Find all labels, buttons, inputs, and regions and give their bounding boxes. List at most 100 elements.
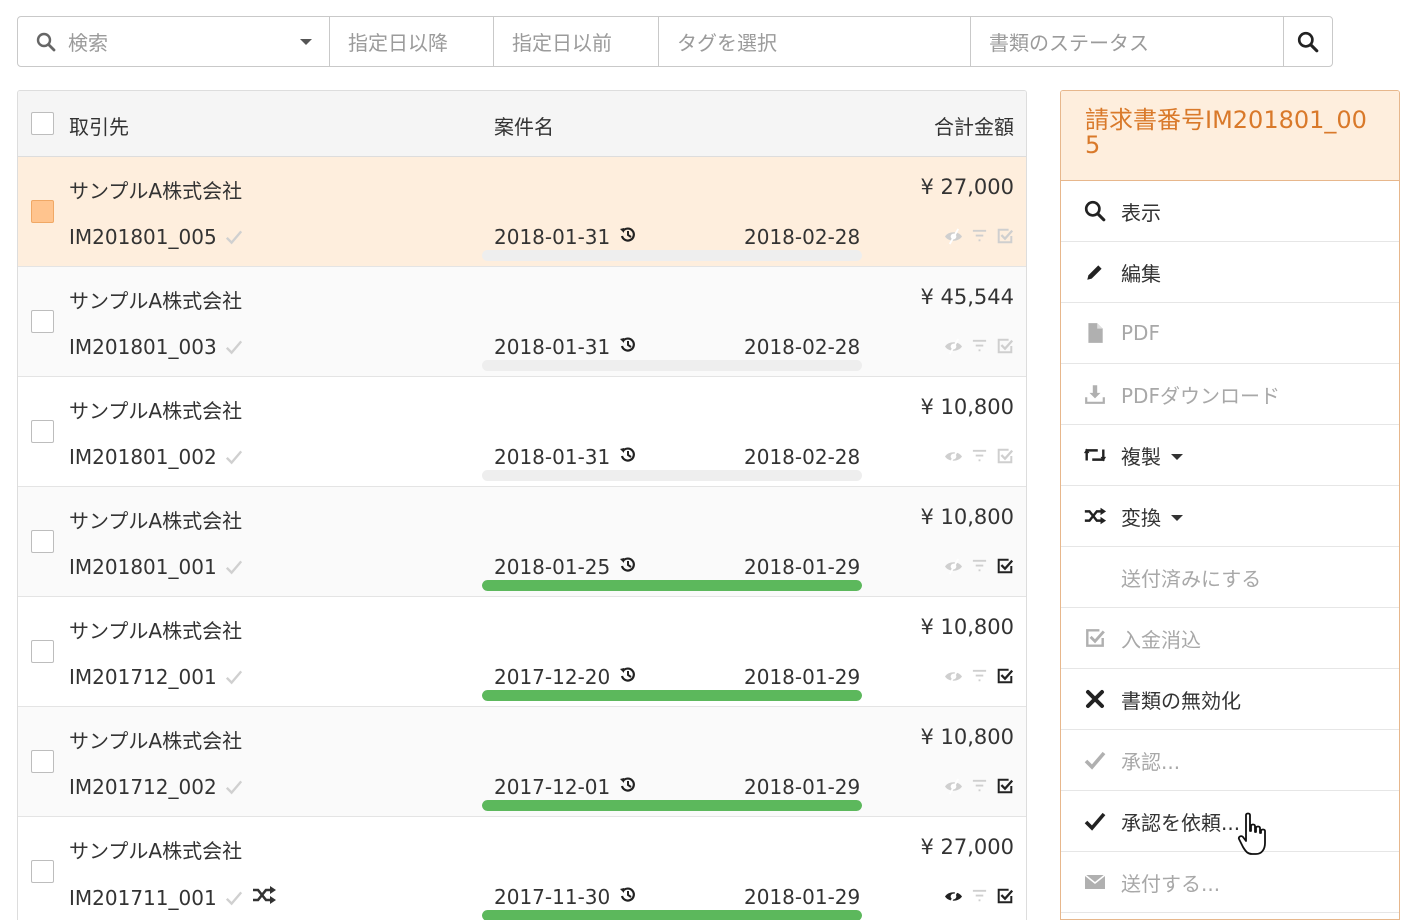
row-checkbox[interactable] <box>31 530 54 553</box>
menu-item[interactable]: 表示 <box>1061 181 1399 242</box>
row-checkbox[interactable] <box>31 860 54 883</box>
menu-item[interactable]: PDFダウンロード <box>1061 364 1399 425</box>
client-name[interactable]: サンプルA株式会社 <box>69 835 242 864</box>
menu-item[interactable]: 送付済みにする <box>1061 547 1399 608</box>
document-number-text: IM201712_002 <box>69 775 217 799</box>
filter-icon[interactable] <box>971 558 988 579</box>
eye-slash-icon[interactable] <box>944 337 963 359</box>
menu-item[interactable]: 書類の無効化 <box>1061 669 1399 730</box>
check-square-icon[interactable] <box>996 557 1014 579</box>
shuffle-icon <box>251 885 277 910</box>
document-number[interactable]: IM201801_003 <box>69 335 243 359</box>
history-icon <box>619 885 637 909</box>
table-row[interactable]: サンプルA株式会社 IM201711_001 2017-11-30 2018-01-2… <box>18 817 1026 920</box>
tags-select[interactable]: タグを選択 <box>659 17 971 66</box>
check-square-icon[interactable] <box>996 887 1014 909</box>
share-arrow-icon[interactable] <box>917 558 936 579</box>
document-number[interactable]: IM201712_002 <box>69 775 243 799</box>
menu-item-label: PDF <box>1121 321 1160 345</box>
eye-slash-icon[interactable] <box>944 777 963 799</box>
search-icon <box>1083 199 1107 223</box>
menu-item[interactable]: 送付する... <box>1061 852 1399 913</box>
check-square-icon[interactable] <box>996 777 1014 799</box>
check-square-icon[interactable] <box>996 447 1014 469</box>
document-number[interactable]: IM201801_001 <box>69 555 243 579</box>
due-date: 2018-02-28 <box>744 445 861 469</box>
check-icon <box>225 891 242 905</box>
table-row[interactable]: サンプルA株式会社 IM201801_001 2018-01-25 2018-01-2… <box>18 487 1026 597</box>
select-all-checkbox[interactable] <box>31 112 54 135</box>
share-arrow-icon[interactable] <box>917 338 936 359</box>
filter-icon[interactable] <box>971 338 988 359</box>
document-number[interactable]: IM201712_001 <box>69 665 243 689</box>
share-arrow-icon[interactable] <box>917 888 936 909</box>
document-number-text: IM201801_001 <box>69 555 217 579</box>
row-actions <box>917 337 1014 359</box>
eye-slash-icon[interactable] <box>944 667 963 689</box>
client-name[interactable]: サンプルA株式会社 <box>69 175 242 204</box>
share-arrow-icon[interactable] <box>917 778 936 799</box>
total-amount: ¥ 27,000 <box>920 835 1014 859</box>
menu-item[interactable]: 編集 <box>1061 242 1399 303</box>
filter-icon[interactable] <box>971 888 988 909</box>
row-checkbox[interactable] <box>31 310 54 333</box>
document-number[interactable]: IM201801_005 <box>69 225 243 249</box>
search-button[interactable] <box>1284 17 1332 66</box>
filter-icon[interactable] <box>971 668 988 689</box>
menu-item-label: 編集 <box>1121 261 1161 286</box>
filter-icon[interactable] <box>971 778 988 799</box>
search-input[interactable]: 検索 <box>18 17 330 66</box>
table-header: 取引先 案件名 合計金額 <box>18 91 1026 157</box>
status-select[interactable]: 書類のステータス <box>971 17 1284 66</box>
document-number-text: IM201801_005 <box>69 225 217 249</box>
eye-slash-icon[interactable] <box>944 447 963 469</box>
issue-date-text: 2018-01-25 <box>494 555 611 579</box>
document-number[interactable]: IM201801_002 <box>69 445 243 469</box>
check-square-icon[interactable] <box>996 337 1014 359</box>
menu-item[interactable]: 変換 <box>1061 486 1399 547</box>
eye-slash-icon[interactable] <box>944 227 963 249</box>
download-icon <box>1083 382 1107 406</box>
eye-slash-icon[interactable] <box>944 557 963 579</box>
eye-slash-icon[interactable] <box>944 887 963 909</box>
row-checkbox[interactable] <box>31 640 54 663</box>
menu-item[interactable]: 承認を依頼... <box>1061 791 1399 852</box>
header-client: 取引先 <box>69 115 129 139</box>
menu-item[interactable]: 入金消込 <box>1061 608 1399 669</box>
document-number[interactable]: IM201711_001 <box>69 885 277 910</box>
share-arrow-icon[interactable] <box>917 228 936 249</box>
table-row[interactable]: サンプルA株式会社 IM201801_003 2018-01-31 2018-02-2… <box>18 267 1026 377</box>
client-name[interactable]: サンプルA株式会社 <box>69 615 242 644</box>
share-arrow-icon[interactable] <box>917 448 936 469</box>
row-checkbox[interactable] <box>31 200 54 223</box>
total-amount: ¥ 10,800 <box>920 505 1014 529</box>
table-row[interactable]: サンプルA株式会社 IM201712_001 2017-12-20 2018-01-2… <box>18 597 1026 707</box>
menu-item[interactable]: 承認... <box>1061 730 1399 791</box>
chevron-down-icon[interactable] <box>300 39 312 45</box>
action-menu: 請求書番号IM201801_005 表示 編集 PDF PDFダウンロード 複製 変換 送付… <box>1060 90 1400 920</box>
progress-bar <box>482 250 862 261</box>
date-after-input[interactable]: 指定日以降 <box>330 17 494 66</box>
client-name[interactable]: サンプルA株式会社 <box>69 285 242 314</box>
date-before-input[interactable]: 指定日以前 <box>494 17 659 66</box>
filter-bar: 検索 指定日以降 指定日以前 タグを選択 書類のステータス <box>17 16 1333 67</box>
filter-icon[interactable] <box>971 448 988 469</box>
menu-item[interactable]: 複製 <box>1061 425 1399 486</box>
share-arrow-icon[interactable] <box>917 668 936 689</box>
table-row[interactable]: サンプルA株式会社 IM201801_002 2018-01-31 2018-02-2… <box>18 377 1026 487</box>
table-row[interactable]: サンプルA株式会社 IM201801_005 2018-01-31 2018-02-2… <box>18 157 1026 267</box>
client-name[interactable]: サンプルA株式会社 <box>69 725 242 754</box>
menu-item[interactable]: PDF <box>1061 303 1399 364</box>
menu-item-label: 入金消込 <box>1121 627 1201 652</box>
client-name[interactable]: サンプルA株式会社 <box>69 395 242 424</box>
row-checkbox[interactable] <box>31 750 54 773</box>
row-actions <box>917 557 1014 579</box>
check-square-icon[interactable] <box>996 667 1014 689</box>
client-name[interactable]: サンプルA株式会社 <box>69 505 242 534</box>
check-square-icon[interactable] <box>996 227 1014 249</box>
row-checkbox[interactable] <box>31 420 54 443</box>
check-square-icon <box>1083 626 1107 650</box>
filter-icon[interactable] <box>971 228 988 249</box>
table-row[interactable]: サンプルA株式会社 IM201712_002 2017-12-01 2018-01-2… <box>18 707 1026 817</box>
retweet-icon <box>1083 443 1107 467</box>
